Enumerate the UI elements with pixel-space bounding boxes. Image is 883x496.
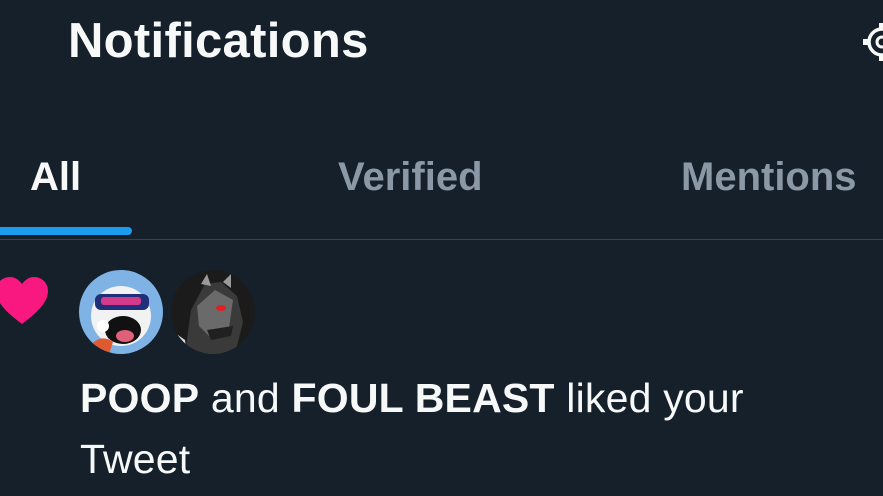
page-title: Notifications bbox=[68, 14, 369, 68]
avatar-poop[interactable] bbox=[79, 270, 163, 354]
settings-gear-icon[interactable] bbox=[862, 20, 883, 64]
heart-icon bbox=[0, 277, 48, 324]
connector-text: and bbox=[210, 375, 280, 421]
notification-text: POOP and FOUL BEAST liked your Tweet bbox=[80, 368, 860, 490]
tab-mentions[interactable]: Mentions bbox=[681, 154, 857, 200]
like-notification[interactable]: POOP and FOUL BEAST liked your Tweet bbox=[0, 240, 883, 496]
tab-all[interactable]: All bbox=[30, 154, 81, 200]
tab-verified[interactable]: Verified bbox=[338, 154, 483, 200]
user-name-2[interactable]: FOUL BEAST bbox=[291, 375, 554, 421]
active-tab-indicator bbox=[0, 227, 132, 235]
avatar-foul-beast[interactable] bbox=[171, 270, 255, 354]
user-name-1[interactable]: POOP bbox=[80, 375, 199, 421]
notification-tabs: All Verified Mentions bbox=[0, 140, 883, 240]
notifications-page: Notifications All Verified Mentions POOP… bbox=[0, 0, 883, 496]
